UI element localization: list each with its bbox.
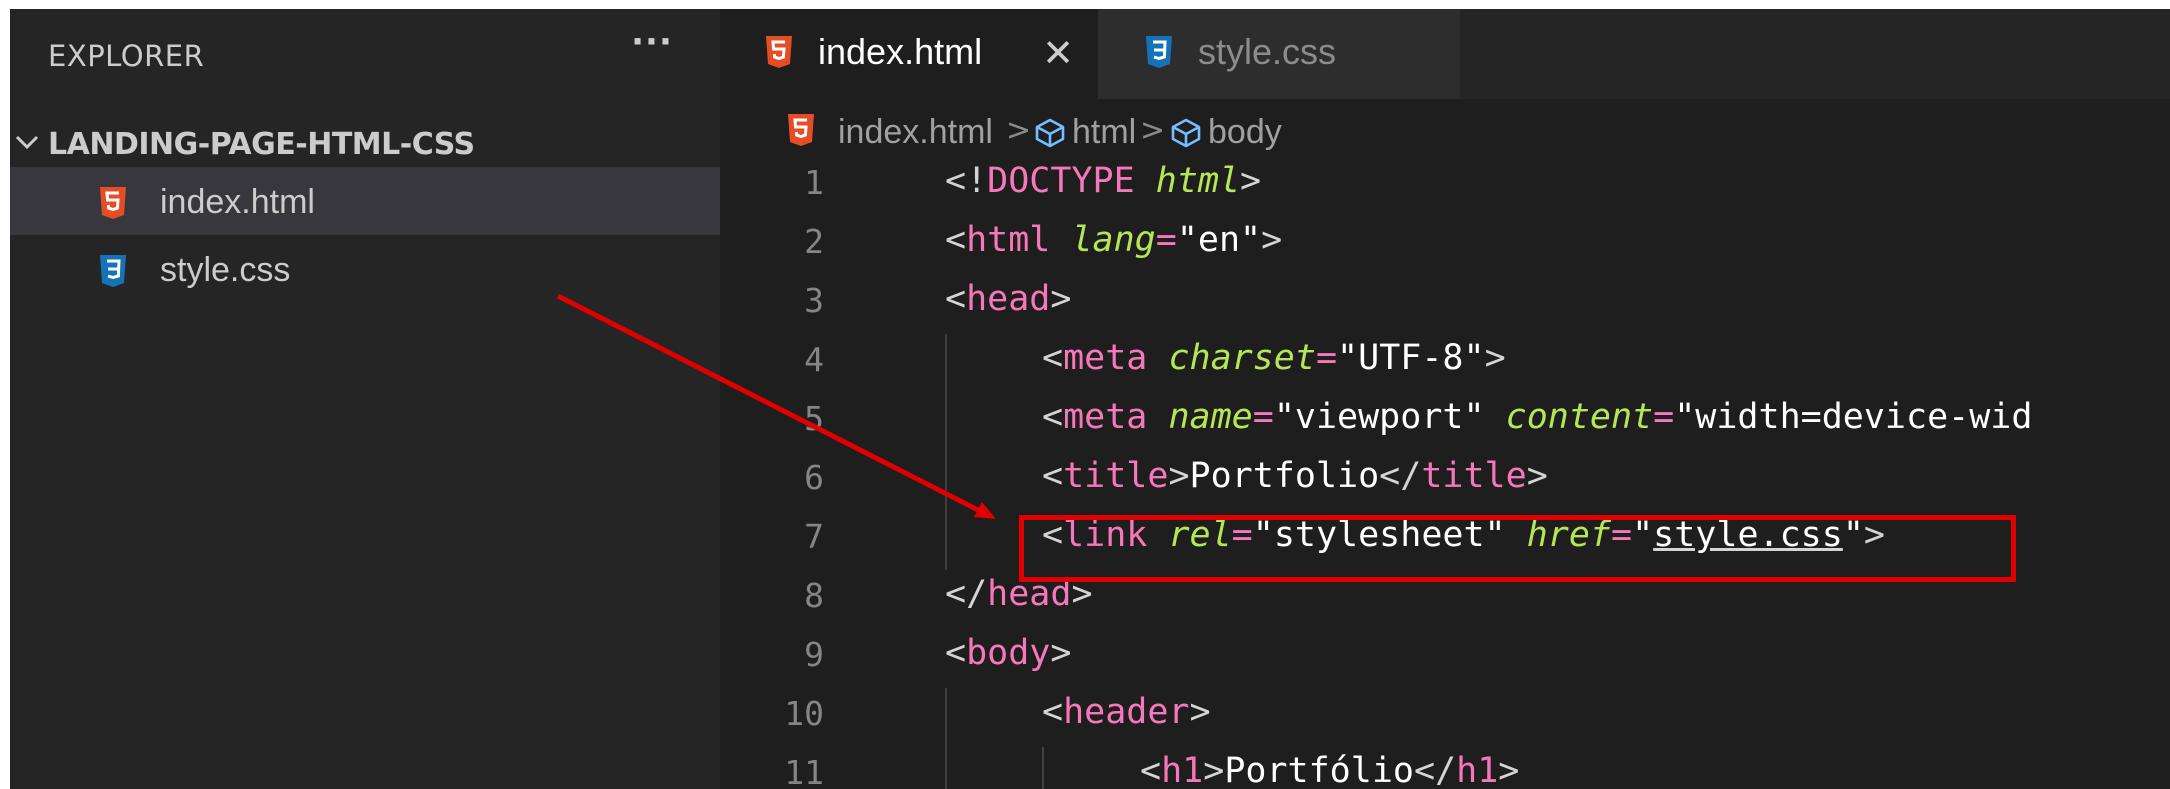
cube-icon bbox=[1035, 118, 1065, 148]
indent-guide bbox=[1042, 747, 1044, 789]
html5-icon bbox=[788, 114, 814, 146]
cube-icon bbox=[1171, 118, 1201, 148]
breadcrumb-item-body[interactable]: body bbox=[1208, 113, 1282, 152]
indent-guide bbox=[945, 747, 947, 789]
line-number: 3 bbox=[804, 281, 824, 320]
file-label: style.css bbox=[160, 251, 291, 289]
folder-label: LANDING-PAGE-HTML-CSS bbox=[48, 127, 475, 162]
code-line: 6 <title>Portfolio</title> bbox=[720, 452, 2170, 511]
file-item-style-css[interactable]: style.css bbox=[10, 235, 720, 303]
tab-label: style.css bbox=[1198, 31, 1337, 72]
breadcrumb-item-html[interactable]: html bbox=[1072, 113, 1136, 152]
indent-guide bbox=[945, 334, 947, 393]
folder-row[interactable]: LANDING-PAGE-HTML-CSS bbox=[10, 119, 720, 167]
breadcrumb-separator: > bbox=[1006, 113, 1032, 148]
html5-icon bbox=[100, 187, 126, 219]
line-number: 10 bbox=[784, 694, 824, 733]
line-number: 4 bbox=[804, 340, 824, 379]
more-actions-button[interactable]: ··· bbox=[624, 25, 680, 75]
explorer-title: EXPLORER bbox=[48, 39, 205, 73]
line-number: 7 bbox=[804, 517, 824, 556]
css3-icon bbox=[100, 255, 126, 287]
code-line: 5 <meta name="viewport" content="width=d… bbox=[720, 393, 2170, 452]
css3-icon bbox=[1146, 36, 1172, 68]
vscode-window: EXPLORER ··· LANDING-PAGE-HTML-CSS index… bbox=[10, 9, 2170, 789]
file-item-index-html[interactable]: index.html bbox=[10, 167, 720, 235]
tab-style-css[interactable]: style.css bbox=[1098, 9, 1460, 99]
code-line: 1 <!DOCTYPE html> bbox=[720, 157, 2170, 216]
html5-icon bbox=[766, 36, 792, 68]
line-number: 5 bbox=[804, 399, 824, 438]
code-line: 7 <link rel="stylesheet" href="style.css… bbox=[720, 511, 2170, 570]
breadcrumb-file[interactable]: index.html bbox=[838, 113, 993, 152]
code-line: 10 <header> bbox=[720, 688, 2170, 747]
code-text: <html lang="en"> bbox=[945, 220, 1283, 260]
chevron-down-icon bbox=[15, 135, 39, 150]
code-line: 9 <body> bbox=[720, 629, 2170, 688]
code-text: <h1>Portfólio</h1> bbox=[1140, 751, 1520, 789]
code-line: 4 <meta charset="UTF-8"> bbox=[720, 334, 2170, 393]
breadcrumb: index.html > html > body bbox=[720, 99, 2170, 155]
tab-index-html[interactable]: index.html ✕ bbox=[720, 9, 1098, 99]
line-number: 1 bbox=[804, 163, 824, 202]
code-line: 11 <h1>Portfólio</h1> bbox=[720, 747, 2170, 789]
code-text: <body> bbox=[945, 633, 1072, 673]
code-text: </head> bbox=[945, 574, 1093, 614]
code-text: <link rel="stylesheet" href="style.css"> bbox=[1042, 515, 1885, 555]
close-icon[interactable]: ✕ bbox=[1038, 31, 1078, 75]
indent-guide bbox=[945, 452, 947, 511]
line-number: 11 bbox=[784, 753, 824, 789]
editor-tabbar: index.html ✕ style.css bbox=[720, 9, 2170, 99]
indent-guide bbox=[945, 393, 947, 452]
code-text: <meta charset="UTF-8"> bbox=[1042, 338, 1506, 378]
line-number: 8 bbox=[804, 576, 824, 615]
line-number: 6 bbox=[804, 458, 824, 497]
code-line: 2 <html lang="en"> bbox=[720, 216, 2170, 275]
code-line: 8 </head> bbox=[720, 570, 2170, 629]
line-number: 2 bbox=[804, 222, 824, 261]
code-line: 3 <head> bbox=[720, 275, 2170, 334]
indent-guide bbox=[945, 511, 947, 570]
code-text: <meta name="viewport" content="width=dev… bbox=[1042, 397, 2033, 437]
code-text: <title>Portfolio</title> bbox=[1042, 456, 1548, 496]
explorer-header: EXPLORER ··· bbox=[10, 9, 720, 99]
code-text: <head> bbox=[945, 279, 1072, 319]
tab-label: index.html bbox=[818, 31, 983, 72]
code-text: <header> bbox=[1042, 692, 1211, 732]
explorer-sidebar: EXPLORER ··· LANDING-PAGE-HTML-CSS index… bbox=[10, 9, 720, 789]
code-editor[interactable]: 1 <!DOCTYPE html> 2 <html lang="en"> 3 <… bbox=[720, 157, 2170, 789]
breadcrumb-separator: > bbox=[1140, 113, 1166, 148]
line-number: 9 bbox=[804, 635, 824, 674]
indent-guide bbox=[945, 688, 947, 747]
code-text: <!DOCTYPE html> bbox=[945, 161, 1262, 201]
file-label: index.html bbox=[160, 183, 315, 221]
